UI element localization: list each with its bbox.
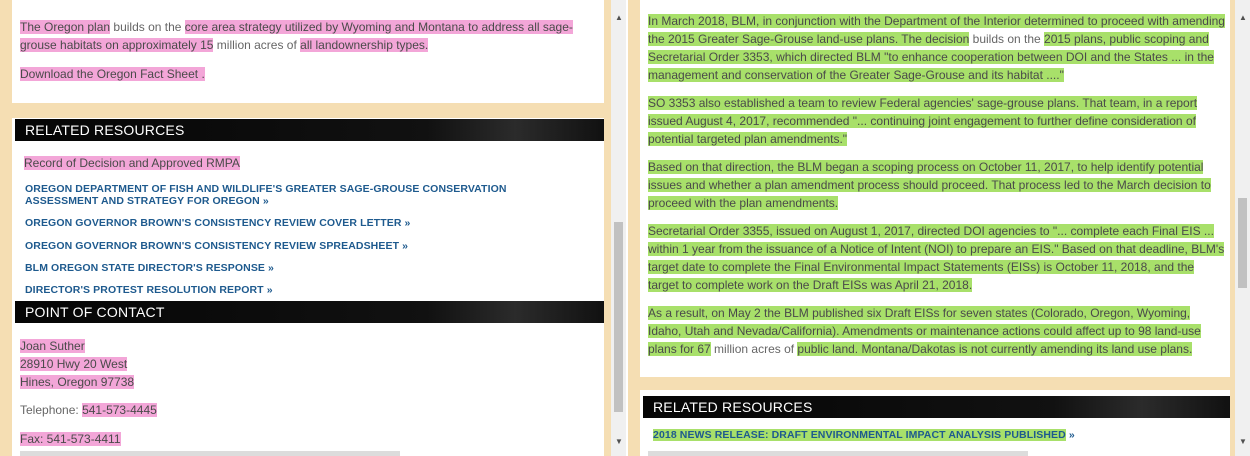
right-related-resources-header: RELATED RESOURCES xyxy=(643,396,1230,418)
governor-spreadsheet-link[interactable]: OREGON GOVERNOR BROWN'S CONSISTENCY REVI… xyxy=(25,240,408,252)
highlight-text: Based on that direction, the BLM began a… xyxy=(648,160,1211,210)
plan-history-card: In March 2018, BLM, in conjunction with … xyxy=(640,0,1230,377)
so-3355-paragraph: Secretarial Order 3355, issued on August… xyxy=(648,222,1228,294)
right-vertical-scrollbar[interactable]: ▲ ▼ xyxy=(1235,0,1250,456)
so-3353-paragraph: SO 3353 also established a team to revie… xyxy=(648,94,1208,148)
contact-city: Hines, Oregon 97738 xyxy=(20,375,135,389)
telephone-number: 541-573-4445 xyxy=(82,403,157,417)
highlight-text: Secretarial Order 3355, issued on August… xyxy=(648,224,1225,292)
download-link-text[interactable]: Download the Oregon Fact Sheet . xyxy=(20,67,205,81)
oregon-plan-paragraph: The Oregon plan builds on the core area … xyxy=(20,18,580,54)
left-browser-pane: The Oregon plan builds on the core area … xyxy=(0,0,626,456)
news-release-link[interactable]: 2018 NEWS RELEASE: DRAFT ENVIRONMENTAL I… xyxy=(653,429,1075,441)
telephone-label: Telephone: xyxy=(20,403,83,417)
highlight-text: SO 3353 also established a team to revie… xyxy=(648,96,1198,146)
contact-name: Joan Suther xyxy=(20,339,85,353)
download-fact-sheet-link[interactable]: Download the Oregon Fact Sheet . xyxy=(20,65,205,83)
intro-card: The Oregon plan builds on the core area … xyxy=(12,0,604,103)
march-2018-paragraph: In March 2018, BLM, in conjunction with … xyxy=(648,12,1226,84)
right-horizontal-scrollbar[interactable] xyxy=(648,451,1028,456)
state-director-response-link[interactable]: BLM OREGON STATE DIRECTOR'S RESPONSE » xyxy=(25,262,274,274)
link-arrow: » xyxy=(1065,429,1075,441)
protest-resolution-report-link[interactable]: DIRECTOR'S PROTEST RESOLUTION REPORT » xyxy=(25,284,273,296)
highlight-text: all landownership types. xyxy=(300,38,429,52)
plain-text: million acres of xyxy=(710,342,798,356)
record-link-text[interactable]: Record of Decision and Approved RMPA xyxy=(24,156,240,170)
governor-cover-letter-link[interactable]: OREGON GOVERNOR BROWN'S CONSISTENCY REVI… xyxy=(25,217,410,229)
record-of-decision-link[interactable]: Record of Decision and Approved RMPA xyxy=(24,154,240,172)
odfw-assessment-link[interactable]: OREGON DEPARTMENT OF FISH AND WILDLIFE'S… xyxy=(25,183,570,207)
left-horizontal-scrollbar[interactable] xyxy=(20,451,400,456)
scroll-up-arrow-icon[interactable]: ▲ xyxy=(615,14,623,22)
right-browser-pane: In March 2018, BLM, in conjunction with … xyxy=(628,0,1250,456)
contact-fax: Fax: 541-573-4411 xyxy=(20,430,121,448)
contact-address: Joan Suther 28910 Hwy 20 West Hines, Ore… xyxy=(20,337,135,391)
left-scroll-thumb[interactable] xyxy=(614,222,623,412)
scroll-up-arrow-icon[interactable]: ▲ xyxy=(1239,14,1247,22)
draft-eis-paragraph: As a result, on May 2 the BLM published … xyxy=(648,304,1226,358)
highlight-text: The Oregon plan xyxy=(20,20,111,34)
news-release-text[interactable]: 2018 NEWS RELEASE: DRAFT ENVIRONMENTAL I… xyxy=(653,429,1066,441)
plain-text: builds on the xyxy=(110,20,185,34)
contact-telephone: Telephone: 541-573-4445 xyxy=(20,401,157,419)
highlight-text: public land. Montana/Dakotas is not curr… xyxy=(797,342,1193,356)
plain-text: builds on the xyxy=(969,32,1045,46)
related-resources-header: RELATED RESOURCES xyxy=(15,119,604,141)
plain-text: million acres of xyxy=(213,38,301,52)
point-of-contact-header: POINT OF CONTACT xyxy=(15,301,604,323)
scroll-down-arrow-icon[interactable]: ▼ xyxy=(615,438,623,446)
contact-street: 28910 Hwy 20 West xyxy=(20,357,128,371)
scroll-down-arrow-icon[interactable]: ▼ xyxy=(1239,438,1247,446)
scoping-paragraph: Based on that direction, the BLM began a… xyxy=(648,158,1220,212)
fax-number: Fax: 541-573-4411 xyxy=(20,432,121,446)
left-vertical-scrollbar[interactable]: ▲ ▼ xyxy=(611,0,626,456)
right-scroll-thumb[interactable] xyxy=(1238,198,1247,288)
